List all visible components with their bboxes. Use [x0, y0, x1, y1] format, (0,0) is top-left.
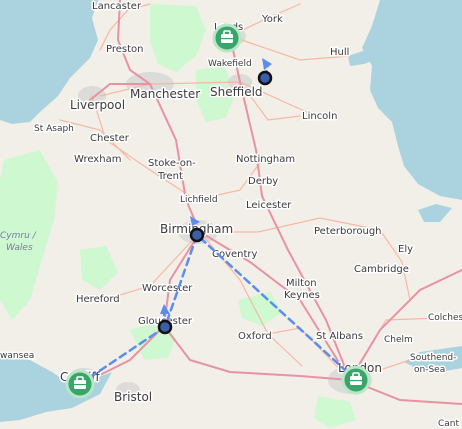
place-label: York: [261, 14, 283, 25]
place-label: Derby: [248, 176, 278, 187]
place-label: Milton: [286, 278, 317, 289]
wash: [418, 204, 452, 222]
route-arrow: [262, 58, 272, 70]
place-label: Lichfield: [180, 195, 218, 205]
region-label: Wales: [6, 243, 33, 253]
place-label: Peterborough: [314, 226, 382, 237]
place-label: Lancaster: [92, 1, 142, 12]
place-label: Hull: [330, 47, 349, 58]
place-label: Oxford: [238, 331, 272, 342]
place-label: wansea: [0, 351, 34, 361]
place-label: Nottingham: [236, 154, 295, 165]
place-label: Wakefield: [208, 59, 252, 69]
north-sea: [362, 0, 462, 200]
place-label: Lincoln: [302, 111, 337, 122]
stop-marker[interactable]: [189, 227, 205, 243]
place-label: Ely: [398, 244, 413, 255]
place-label: Sheffield: [210, 85, 263, 99]
place-label: Wrexham: [74, 154, 121, 165]
bristol-channel: [0, 358, 112, 422]
place-label: Liverpool: [70, 98, 125, 112]
place-label: Chester: [90, 133, 130, 144]
route-arrow: [160, 304, 170, 314]
place-label: Manchester: [130, 87, 200, 101]
place-label: Stoke-on-: [148, 158, 196, 169]
hub-marker[interactable]: [212, 23, 242, 53]
hub-marker[interactable]: [341, 365, 371, 395]
place-label: St Asaph: [34, 124, 74, 134]
place-label: Cambridge: [354, 264, 409, 275]
place-label: St Albans: [316, 331, 363, 342]
place-label: Bristol: [114, 390, 152, 404]
place-label: Preston: [106, 44, 144, 55]
place-label: on-Sea: [414, 365, 445, 375]
place-label: Trent: [157, 171, 183, 182]
stop-marker[interactable]: [257, 70, 273, 86]
place-label: Southend-: [410, 353, 456, 363]
place-label: Colches: [428, 313, 462, 323]
place-label: Cant: [438, 419, 460, 429]
place-label: Worcester: [142, 283, 193, 294]
place-label: Leicester: [246, 200, 292, 211]
place-label: Chelm: [384, 335, 413, 345]
place-label: Hereford: [76, 294, 120, 305]
place-label: Keynes: [284, 290, 320, 301]
map-view[interactable]: Cymru / Wales Lancaster Leeds York Prest…: [0, 0, 462, 429]
hub-marker[interactable]: [65, 369, 95, 399]
stop-marker[interactable]: [157, 319, 173, 335]
region-label: Cymru /: [0, 231, 37, 241]
map-canvas[interactable]: Cymru / Wales Lancaster Leeds York Prest…: [0, 0, 462, 429]
